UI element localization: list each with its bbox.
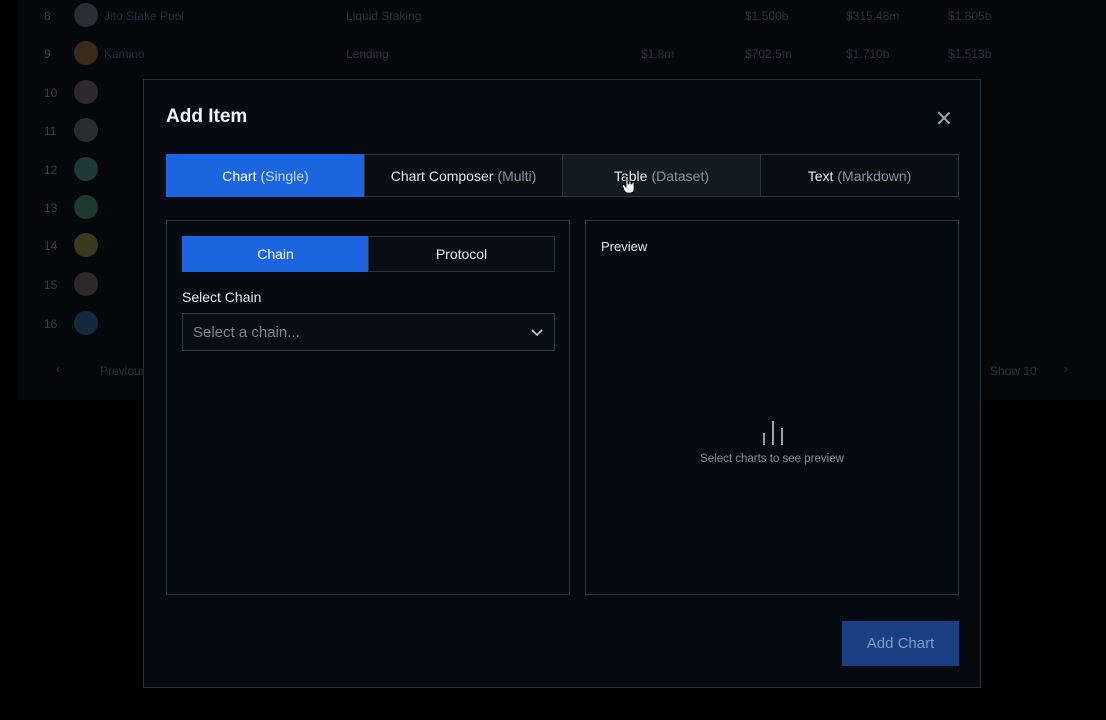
row-value: $1.805b (948, 9, 992, 23)
row-index: 11 (44, 124, 57, 138)
row-index: 13 (44, 201, 58, 215)
item-type-tabs: Chart (Single) Chart Composer (Multi) Ta… (166, 154, 959, 197)
row-index: 15 (44, 278, 58, 292)
row-value: $315.48m (846, 9, 900, 23)
protocol-category: Liquid Staking (346, 9, 422, 23)
protocol-avatar (74, 41, 98, 65)
chevron-down-icon: › (1064, 362, 1068, 376)
bar-chart-icon (763, 421, 783, 445)
tab-label: Chart Composer (390, 167, 494, 184)
protocol-avatar (74, 118, 98, 142)
add-chart-button[interactable]: Add Chart (842, 621, 959, 666)
row-value: $1.710b (846, 47, 890, 61)
preview-label: Preview (601, 239, 648, 254)
modal-title: Add Item (166, 106, 248, 127)
row-index: 16 (44, 317, 58, 331)
tab-chart-composer[interactable]: Chart Composer (Multi) (364, 154, 563, 197)
chain-select-placeholder: Select a chain... (193, 324, 300, 341)
row-index: 10 (44, 86, 58, 100)
tab-text-markdown[interactable]: Text (Markdown) (760, 154, 959, 197)
tab-label: Text (807, 167, 834, 184)
row-value: $1.8m (641, 47, 675, 61)
protocol-avatar (74, 195, 98, 219)
protocol-name: Kamino (104, 47, 145, 61)
row-value: $702.5m (745, 47, 792, 61)
tab-sublabel: (Multi) (497, 167, 537, 184)
background-table-row: 9 Kamino Lending $1.8m $702.5m $1.710b $1.513b (18, 35, 1106, 73)
row-value: $1.513b (948, 47, 992, 61)
protocol-avatar (74, 157, 98, 181)
previous-page-link: Previous (100, 364, 147, 378)
preview-empty-text: Select charts to see preview (700, 453, 844, 465)
row-index: 14 (44, 239, 58, 253)
protocol-name: Jito Stake Pool (104, 9, 185, 23)
row-index: 12 (44, 163, 58, 177)
chain-toggle-button[interactable]: Chain (182, 236, 369, 272)
row-index: 8 (44, 9, 51, 23)
protocol-avatar (74, 233, 98, 257)
tab-sublabel: (Dataset) (651, 167, 710, 184)
preview-panel: Preview Select charts to see preview (585, 220, 959, 595)
protocol-avatar (74, 272, 98, 296)
tab-table-dataset[interactable]: Table (Dataset) (562, 154, 761, 197)
chevron-down-icon (531, 329, 543, 337)
hand-cursor-icon (622, 176, 635, 194)
protocol-toggle-button[interactable]: Protocol (368, 236, 555, 272)
close-icon[interactable] (934, 108, 954, 128)
tab-sublabel: (Single) (260, 167, 309, 184)
page-size-select: Show 10 (990, 364, 1037, 378)
tab-chart-single[interactable]: Chart (Single) (166, 154, 365, 197)
tab-label: Chart (222, 167, 257, 184)
chain-select[interactable]: Select a chain... (182, 313, 555, 351)
row-value: $1.500b (745, 9, 789, 23)
tab-sublabel: (Markdown) (837, 167, 912, 184)
config-panel: Chain Protocol Select Chain Select a cha… (166, 220, 570, 595)
add-item-modal: Add Item Chart (Single) Chart Composer (… (143, 79, 981, 688)
select-chain-label: Select Chain (182, 289, 262, 305)
chevron-left-icon: ‹ (56, 362, 60, 376)
protocol-category: Lending (346, 47, 389, 61)
protocol-avatar (74, 80, 98, 104)
protocol-avatar (74, 3, 98, 27)
chain-protocol-toggle: Chain Protocol (182, 236, 555, 272)
background-table-row: 8 Jito Stake Pool Liquid Staking $1.500b $31… (18, 0, 1106, 35)
row-index: 9 (44, 47, 51, 61)
protocol-avatar (74, 311, 98, 335)
